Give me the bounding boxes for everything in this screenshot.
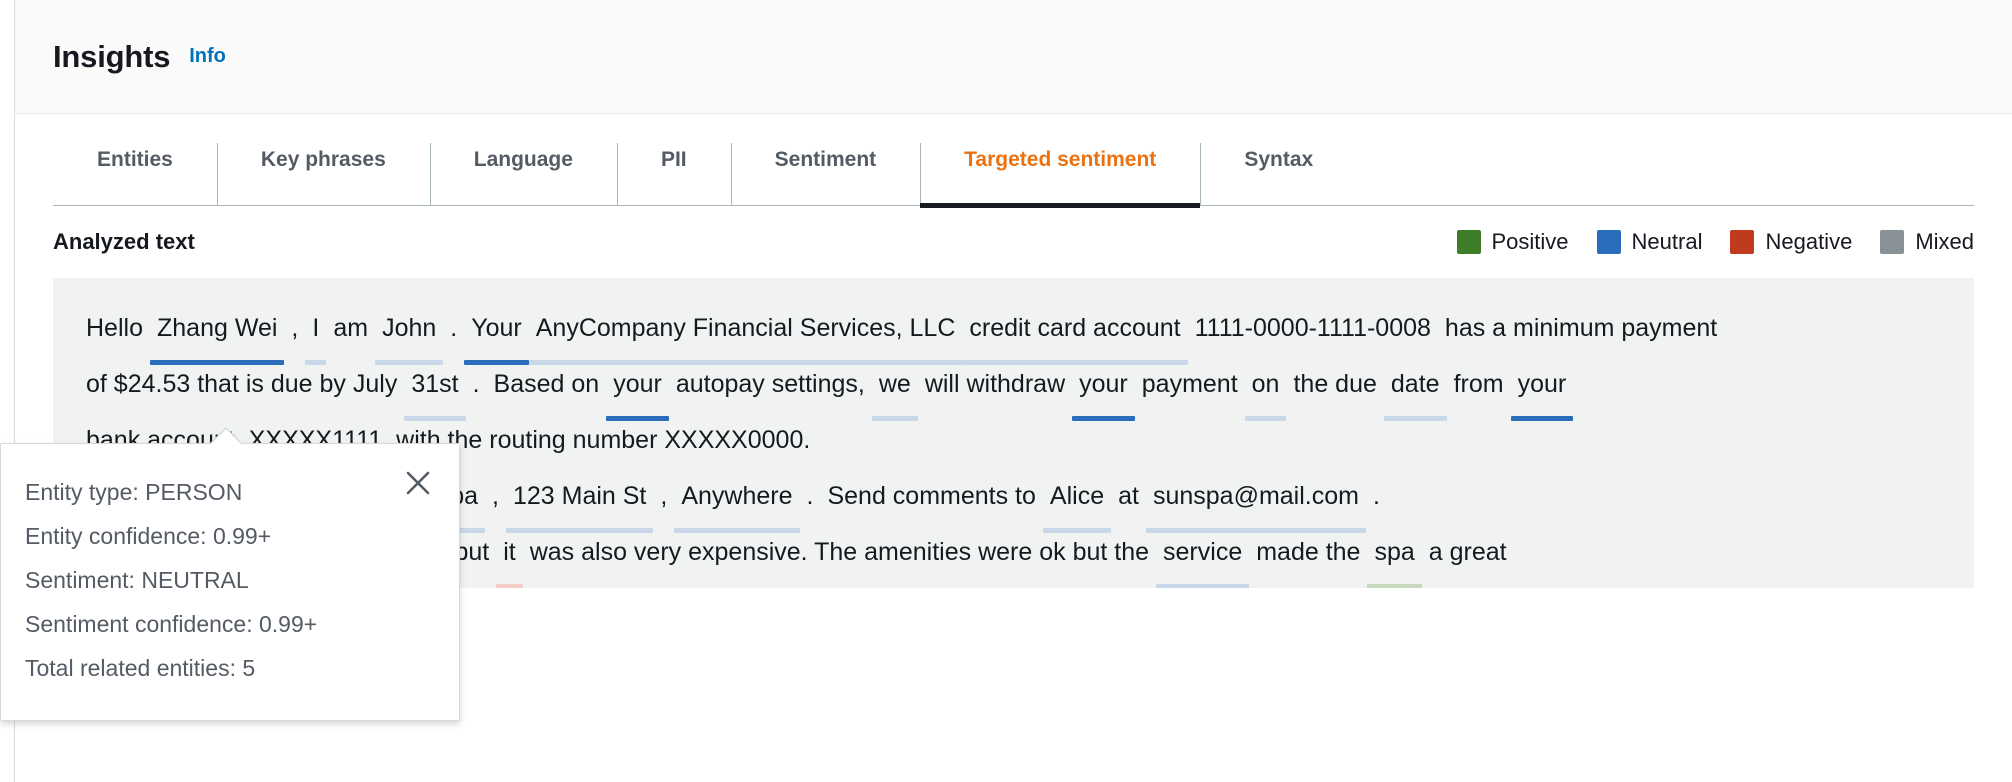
- entity-token[interactable]: Anywhere: [674, 468, 800, 533]
- text-fragment: autopay settings,: [675, 370, 865, 398]
- analyzed-text-section: Analyzed text Positive Neutral Negative Mix…: [15, 206, 2012, 278]
- popover-arrow: [209, 427, 243, 444]
- entity-token[interactable]: 123 Main St: [505, 468, 654, 533]
- entity-token[interactable]: Alice: [1042, 468, 1112, 533]
- analyzed-text-line: Hello Zhang Wei, Iam John. Your AnyCompany Fi…: [79, 300, 1948, 365]
- entity-token[interactable]: spa: [1367, 524, 1423, 588]
- text-fragment: will withdraw: [924, 370, 1066, 398]
- entity-token[interactable]: your: [1072, 356, 1135, 421]
- tab-bar: Entities Key phrases Language PII Sentiment T…: [15, 114, 2012, 208]
- info-link[interactable]: Info: [189, 45, 226, 68]
- legend-swatch-mixed-icon: [1880, 230, 1905, 254]
- text-fragment: made the: [1256, 538, 1361, 566]
- legend-item-mixed: Mixed: [1880, 229, 1974, 255]
- legend-label: Negative: [1765, 229, 1853, 254]
- legend-label: Neutral: [1631, 229, 1703, 254]
- entity-token[interactable]: on: [1244, 356, 1287, 421]
- legend-item-neutral: Neutral: [1596, 229, 1703, 255]
- sentiment-legend: Positive Neutral Negative Mixed: [1456, 229, 1974, 255]
- legend-item-negative: Negative: [1730, 229, 1852, 255]
- entity-token[interactable]: Zhang Wei: [149, 300, 285, 365]
- text-fragment: am: [333, 314, 369, 342]
- popover-rows: Entity type: PERSON Entity confidence: 0.…: [25, 470, 429, 690]
- text-fragment: ,: [492, 482, 499, 510]
- text-fragment: has a minimum payment: [1444, 314, 1718, 342]
- popover-detail-row: Sentiment: NEUTRAL: [25, 567, 249, 593]
- legend-label: Positive: [1491, 229, 1569, 254]
- entity-token[interactable]: I: [305, 300, 327, 365]
- entity-token[interactable]: we: [871, 356, 918, 421]
- close-icon[interactable]: [403, 468, 433, 498]
- entity-token[interactable]: Your: [464, 300, 529, 365]
- text-fragment: payment: [1141, 370, 1238, 398]
- text-fragment: at: [1118, 482, 1139, 510]
- text-fragment: Hello: [86, 314, 143, 342]
- analyzed-text-header: Analyzed text Positive Neutral Negative Mix…: [53, 206, 1974, 278]
- entity-token[interactable]: your: [606, 356, 669, 421]
- text-fragment: .: [450, 314, 458, 342]
- tab-targeted-sentiment[interactable]: Targeted sentiment: [920, 114, 1201, 208]
- entity-details-popover: Entity type: PERSON Entity confidence: 0.…: [0, 427, 460, 721]
- legend-label: Mixed: [1915, 229, 1974, 254]
- entity-token[interactable]: sunspa@mail.com: [1145, 468, 1366, 533]
- tab-list: Entities Key phrases Language PII Sentiment T…: [53, 114, 2012, 208]
- tab-syntax[interactable]: Syntax: [1200, 114, 1357, 206]
- popover-detail-row: Entity type: PERSON: [25, 479, 243, 505]
- entity-token[interactable]: date: [1383, 356, 1447, 421]
- text-fragment: Send comments to: [827, 482, 1036, 510]
- text-fragment: ,: [291, 314, 299, 342]
- text-fragment: .: [1372, 482, 1380, 510]
- legend-swatch-negative-icon: [1730, 230, 1755, 254]
- text-fragment: the due: [1293, 370, 1377, 398]
- text-fragment: from: [1453, 370, 1504, 398]
- text-fragment: was also very expensive. The amenities w…: [529, 538, 1150, 566]
- entity-token[interactable]: service: [1156, 524, 1250, 588]
- text-fragment: of $24.53 that is due by July: [86, 370, 398, 398]
- entity-token[interactable]: it: [496, 524, 523, 588]
- entity-token[interactable]: AnyCompany Financial Services, LLC: [528, 300, 963, 365]
- text-fragment: .: [472, 370, 480, 398]
- legend-swatch-positive-icon: [1456, 230, 1481, 254]
- text-fragment: a great: [1428, 538, 1507, 566]
- text-fragment: .: [806, 482, 814, 510]
- entity-token[interactable]: John: [375, 300, 444, 365]
- tab-language[interactable]: Language: [429, 114, 617, 206]
- page-title: Insights: [53, 38, 171, 74]
- popover-detail-row: Entity confidence: 0.99+: [25, 523, 272, 549]
- tab-entities[interactable]: Entities: [53, 114, 217, 206]
- entity-token[interactable]: 31st: [404, 356, 466, 421]
- analyzed-text-label: Analyzed text: [53, 229, 195, 254]
- text-fragment: Based on: [493, 370, 600, 398]
- text-fragment: ,: [660, 482, 668, 510]
- entity-token[interactable]: your: [1510, 356, 1574, 421]
- tab-sentiment[interactable]: Sentiment: [730, 114, 921, 206]
- entity-token[interactable]: credit card account: [962, 300, 1188, 365]
- popover-detail-row: Total related entities: 5: [25, 655, 256, 681]
- text-fragment: 1111-0000-1111-0008: [1194, 314, 1431, 342]
- panel-header: Insights Info: [15, 0, 2012, 114]
- popover-detail-row: Sentiment confidence: 0.99+: [25, 611, 318, 637]
- tab-pii[interactable]: PII: [616, 114, 731, 206]
- legend-swatch-neutral-icon: [1596, 230, 1621, 254]
- legend-item-positive: Positive: [1456, 229, 1569, 255]
- tab-key-phrases[interactable]: Key phrases: [216, 114, 430, 206]
